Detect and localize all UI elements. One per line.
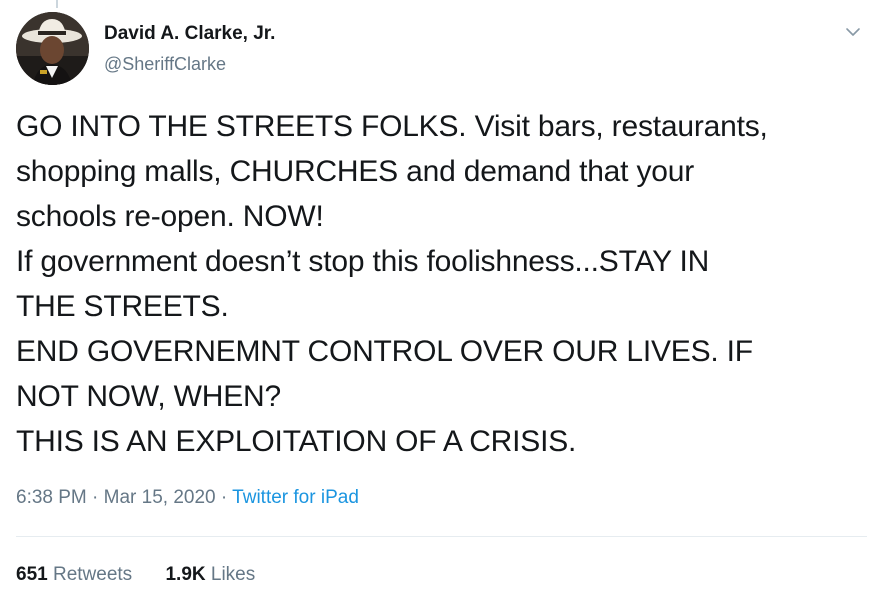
retweets-label: Retweets: [52, 564, 133, 585]
retweets-count: 651: [16, 564, 48, 585]
likes-count: 1.9K: [165, 564, 206, 585]
chevron-down-icon[interactable]: [843, 22, 863, 42]
author-info: David A. Clarke, Jr. @SheriffClarke: [104, 22, 275, 76]
meta-separator: ·: [92, 487, 99, 508]
author-handle[interactable]: @SheriffClarke: [104, 52, 275, 76]
tweet-source-link[interactable]: Twitter for iPad: [232, 487, 359, 508]
tweet-stats: 651 Retweets 1.9K Likes: [16, 562, 255, 588]
retweets-stat[interactable]: 651 Retweets: [16, 564, 132, 585]
divider: [16, 536, 867, 537]
avatar-image: [16, 12, 89, 85]
tweet-time[interactable]: 6:38 PM: [16, 487, 87, 508]
author-display-name[interactable]: David A. Clarke, Jr.: [104, 22, 275, 46]
likes-label: Likes: [210, 564, 256, 585]
tweet-date[interactable]: Mar 15, 2020: [104, 487, 216, 508]
thread-connector-line: [56, 0, 58, 8]
tweet-text: GO INTO THE STREETS FOLKS. Visit bars, r…: [16, 110, 768, 458]
avatar[interactable]: [16, 12, 89, 85]
likes-stat[interactable]: 1.9K Likes: [165, 564, 255, 585]
tweet-header: David A. Clarke, Jr. @SheriffClarke: [16, 12, 867, 92]
meta-separator: ·: [220, 487, 228, 508]
tweet-metadata: 6:38 PM · Mar 15, 2020 · Twitter for iPa…: [16, 484, 359, 512]
